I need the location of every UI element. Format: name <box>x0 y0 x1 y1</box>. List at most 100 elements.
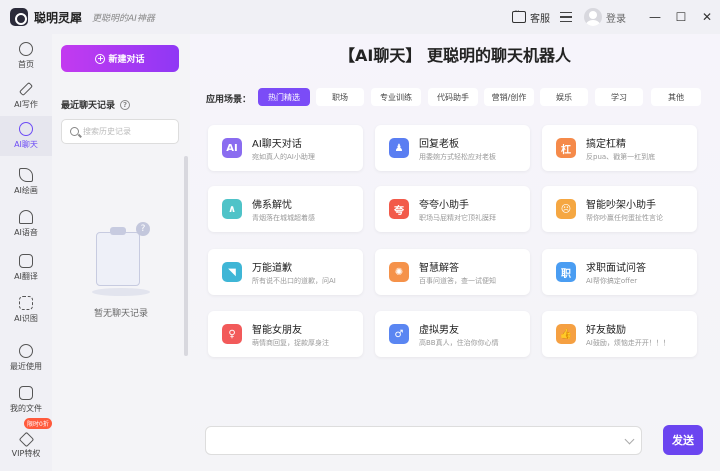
scenario-title: 回复老板 <box>419 139 459 150</box>
nav-item-ai-voice[interactable]: AI语音 <box>0 204 52 244</box>
scenario-title: 好友鼓励 <box>586 325 626 336</box>
nav-item-ai-recognize[interactable]: AI识图 <box>0 290 52 330</box>
scenario-desc: 用委婉方式轻松应对老板 <box>419 153 496 161</box>
left-nav: 首页 AI写作 AI聊天 AI绘画 AI语音 AI翻译 AI识图 最近使用 我的… <box>0 34 52 471</box>
nav-label: AI翻译 <box>14 272 38 281</box>
nav-label: 我的文件 <box>10 404 42 413</box>
scenario-icon: ◥ <box>222 262 242 282</box>
scenario-title: 虚拟男友 <box>419 325 459 336</box>
recent-chats-label: 最近聊天记录 <box>61 101 116 111</box>
chat-history-sidebar: + 新建对话 最近聊天记录 ? ? 暂无聊天记录 <box>52 34 190 471</box>
scenario-icon: 夸 <box>389 199 409 219</box>
scene-label: 应用场景： <box>206 95 252 105</box>
nav-item-ai-chat[interactable]: AI聊天 <box>0 116 52 156</box>
main-area: 【AI聊天】 更聪明的聊天机器人 应用场景： 热门精选 职场 专业训练 代码助手… <box>190 34 720 471</box>
nav-label: 最近使用 <box>10 362 42 371</box>
scenario-icon: ♀ <box>222 324 242 344</box>
page-title: 【AI聊天】 更聪明的聊天机器人 <box>339 46 571 65</box>
customer-service-button[interactable]: 客服 <box>512 7 550 25</box>
new-chat-label: 新建对话 <box>108 55 145 65</box>
scenario-card[interactable]: ♀ 智能女朋友 萌情商回复，捉款厚身注 <box>208 311 363 357</box>
maximize-button[interactable]: ☐ <box>668 0 694 34</box>
scenario-card[interactable]: ∧ 佛系解忧青烟落在城城超着感 <box>208 186 363 232</box>
nav-item-vip[interactable]: VIP特权 <box>0 426 52 466</box>
new-chat-button[interactable]: + 新建对话 <box>61 45 179 72</box>
scenario-card[interactable]: 杠搞定杠精 反pua、戳第一杠到底 <box>542 125 697 171</box>
scenario-desc: 反pua、戳第一杠到底 <box>586 153 656 161</box>
tag-workplace[interactable]: 职场 <box>316 88 364 106</box>
title-bar: 聪明灵犀 更聪明的AI神器 客服 登录 — ☐ ✕ <box>0 0 720 34</box>
menu-icon[interactable] <box>560 12 572 22</box>
close-button[interactable]: ✕ <box>694 0 720 34</box>
scenario-title: 智慧解答 <box>419 263 459 274</box>
help-icon[interactable]: ? <box>120 99 131 110</box>
scenario-icon: ✺ <box>389 262 409 282</box>
scenario-card[interactable]: ♂ 虚拟男友 高BB真人，住治你你心情 <box>375 311 530 357</box>
nav-item-recent[interactable]: 最近使用 <box>0 338 52 378</box>
empty-history-text: 暂无聊天记录 <box>93 309 148 319</box>
tag-code[interactable]: 代码助手 <box>428 88 478 106</box>
login-link[interactable]: 登录 <box>606 10 626 25</box>
nav-item-home[interactable]: 首页 <box>0 36 52 76</box>
scenario-card[interactable]: AI AI聊天对话 宛如真人的AI小助理 <box>208 125 363 171</box>
scenario-card[interactable]: 职求职面试问答 AI帮你搞定offer <box>542 249 697 295</box>
nav-label: AI绘画 <box>14 186 38 195</box>
scenario-title: 搞定杠精 <box>586 139 626 150</box>
chat-input-bar[interactable] <box>205 426 642 455</box>
tag-marketing[interactable]: 营销/创作 <box>484 88 534 106</box>
diamond-icon <box>18 431 34 447</box>
search-icon <box>70 127 79 136</box>
search-input[interactable] <box>83 127 173 136</box>
scenario-title: 佛系解忧 <box>252 200 292 211</box>
empty-clipboard-icon: ? <box>88 222 154 302</box>
avatar[interactable] <box>584 8 602 26</box>
clock-icon <box>19 344 33 358</box>
scenario-card[interactable]: ♟ 回复老板 用委婉方式轻松应对老板 <box>375 125 530 171</box>
pen-icon <box>18 81 34 97</box>
scrollbar[interactable] <box>184 156 188 356</box>
tag-study[interactable]: 学习 <box>595 88 643 106</box>
minimize-button[interactable]: — <box>642 0 668 34</box>
chevron-down-icon[interactable] <box>624 434 635 445</box>
message-icon <box>512 7 526 23</box>
send-button[interactable]: 发送 <box>663 425 703 455</box>
nav-item-ai-translate[interactable]: AI翻译 <box>0 248 52 288</box>
scenario-card[interactable]: 夸夸夸小助手职场马屁精对它顶礼膜拜 <box>375 186 530 232</box>
scenario-desc: 帮你吵赢任何蛋扯性言论 <box>586 214 663 222</box>
nav-item-ai-painting[interactable]: AI绘画 <box>0 162 52 202</box>
history-search[interactable] <box>61 119 179 144</box>
nav-label: AI识图 <box>14 314 38 323</box>
tag-training[interactable]: 专业训练 <box>371 88 421 106</box>
scenario-icon: ∧ <box>222 199 242 219</box>
plus-icon: + <box>95 53 106 64</box>
brush-icon <box>19 168 33 182</box>
scenario-icon: 职 <box>556 262 576 282</box>
scenario-card[interactable]: ◥ 万能道歉 所有说不出口的道歉，问AI <box>208 249 363 295</box>
scenario-title: 夸夸小助手 <box>419 200 469 211</box>
tag-other[interactable]: 其他 <box>651 88 701 106</box>
nav-label: AI语音 <box>14 228 38 237</box>
nav-item-ai-writing[interactable]: AI写作 <box>0 76 52 116</box>
translate-icon <box>19 254 33 268</box>
scan-icon <box>19 296 33 310</box>
nav-label: 首页 <box>18 60 34 69</box>
scenario-icon: AI <box>222 138 242 158</box>
tag-hot[interactable]: 热门精选 <box>258 88 310 106</box>
scenario-desc: 职场马屁精对它顶礼膜拜 <box>419 214 496 222</box>
scenario-icon: 👍 <box>556 324 576 344</box>
scenario-desc: AI鼓励，烦恼走开开！！！ <box>586 339 670 347</box>
app-logo-icon <box>10 8 28 26</box>
scenario-title: AI聊天对话 <box>252 139 302 150</box>
scenario-desc: 青烟落在城城超着感 <box>252 214 315 222</box>
scenario-card[interactable]: ✺ 智慧解答 百事问道答，查一试便知 <box>375 249 530 295</box>
scenario-card[interactable]: ☹ 智能吵架小助手 帮你吵赢任何蛋扯性言论 <box>542 186 697 232</box>
chat-icon <box>19 122 33 136</box>
home-icon <box>19 42 33 56</box>
nav-label: VIP特权 <box>11 448 41 458</box>
tag-entertainment[interactable]: 娱乐 <box>540 88 588 106</box>
scenario-icon: ♂ <box>389 324 409 344</box>
nav-item-my-files[interactable]: 我的文件 <box>0 380 52 420</box>
scenario-card[interactable]: 👍 好友鼓励 AI鼓励，烦恼走开开！！！ <box>542 311 697 357</box>
scenario-title: 求职面试问答 <box>586 263 646 274</box>
headphone-icon <box>19 210 33 224</box>
